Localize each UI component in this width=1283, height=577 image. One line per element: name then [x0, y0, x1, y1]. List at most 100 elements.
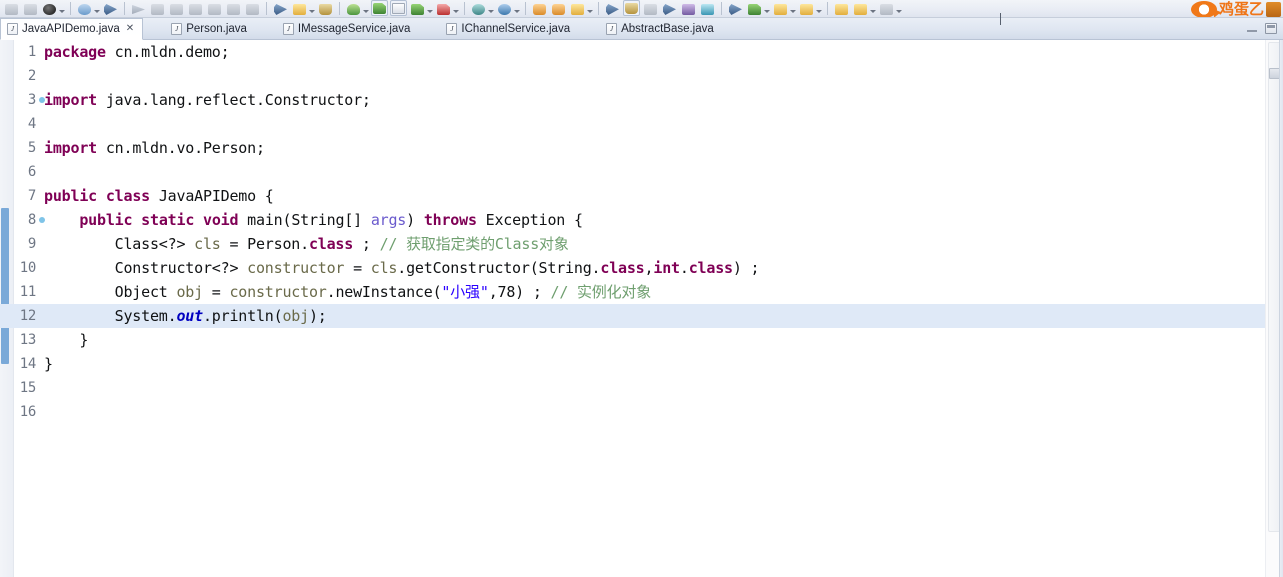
prev-annotation-icon[interactable] — [149, 0, 166, 16]
editor-tab-abstractbase[interactable]: J AbstractBase.java — [600, 18, 722, 40]
code-token: public — [79, 211, 133, 229]
editor-tab-javaapidemo[interactable]: J JavaAPIDemo.java ✕ — [0, 18, 144, 40]
code-token: = Person. — [220, 235, 309, 253]
profile-caret[interactable] — [452, 5, 459, 15]
help-caret[interactable] — [869, 5, 876, 15]
java-file-icon: J — [446, 23, 458, 35]
refresh-icon[interactable] — [642, 0, 659, 16]
code-token: cls — [194, 235, 221, 253]
maximize-icon[interactable] — [1265, 23, 1277, 34]
last-edit-location-icon[interactable] — [168, 0, 185, 16]
code-token: static — [141, 211, 195, 229]
code-line[interactable]: 12 System.out.println(obj); — [0, 304, 1265, 328]
code-lines[interactable]: 1 package cn.mldn.demo; 2 3 import java.lang… — [0, 40, 1265, 577]
profile-icon[interactable] — [435, 0, 452, 16]
forward-icon[interactable] — [206, 0, 223, 16]
share-icon[interactable] — [272, 0, 289, 16]
run-icon[interactable] — [371, 0, 388, 16]
external-tools-caret[interactable] — [308, 5, 315, 15]
filter-icon[interactable] — [727, 0, 744, 16]
new-class-icon[interactable] — [496, 0, 513, 16]
jar-export-icon[interactable] — [317, 0, 334, 16]
code-text: } — [44, 352, 53, 376]
save-icon[interactable] — [3, 0, 20, 16]
cheatsheet-icon[interactable] — [878, 0, 895, 16]
close-icon[interactable]: ✕ — [126, 24, 134, 34]
perspective-caret[interactable] — [586, 5, 593, 15]
editor-tab-bar: J JavaAPIDemo.java ✕ J Person.java J IMe… — [0, 13, 1283, 40]
outline-icon[interactable] — [699, 0, 716, 16]
editor-stack-controls — [1246, 18, 1283, 39]
line-number: 15 — [19, 380, 37, 396]
help-icon[interactable] — [833, 0, 850, 16]
javadoc-icon[interactable] — [623, 0, 640, 16]
next-annotation-icon[interactable] — [130, 0, 147, 16]
debug-caret[interactable] — [362, 5, 369, 15]
line-number: 1 — [27, 44, 36, 60]
coverage-icon[interactable] — [409, 0, 426, 16]
code-line[interactable]: 5 import cn.mldn.vo.Person; — [0, 136, 1265, 160]
code-line[interactable]: 1 package cn.mldn.demo; — [0, 40, 1265, 64]
code-line[interactable]: 11 Object obj = constructor.newInstance(… — [0, 280, 1265, 304]
code-line[interactable]: 10 Constructor<?> constructor = cls.getC… — [0, 256, 1265, 280]
build-icon[interactable] — [76, 0, 93, 16]
search-type-icon[interactable] — [604, 0, 621, 16]
editor-tab-ichannelservice[interactable]: J IChannelService.java — [440, 13, 1002, 40]
code-line[interactable]: 4 — [0, 112, 1265, 136]
tab-spacer — [578, 18, 600, 39]
cheatsheet-caret[interactable] — [895, 5, 902, 15]
open-type-icon[interactable] — [531, 0, 548, 16]
editor-tab-label: Person.java — [186, 23, 247, 35]
code-editor[interactable]: 1 package cn.mldn.demo; 2 3 import java.lang… — [0, 40, 1283, 577]
minimize-icon[interactable] — [1246, 24, 1258, 34]
editor-tab-person[interactable]: J Person.java — [165, 18, 255, 40]
code-line[interactable]: 13 } — [0, 328, 1265, 352]
code-token: } — [44, 331, 89, 349]
search-icon[interactable] — [102, 0, 119, 16]
task-icon[interactable] — [772, 0, 789, 16]
console-icon[interactable] — [661, 0, 678, 16]
code-line[interactable]: 14} — [0, 352, 1265, 376]
code-line[interactable]: 16 — [0, 400, 1265, 424]
terminate-icon[interactable] — [680, 0, 697, 16]
back-icon[interactable] — [187, 0, 204, 16]
bookmark-caret[interactable] — [763, 5, 770, 15]
new-java-project-icon[interactable] — [470, 0, 487, 16]
external-tools-icon[interactable] — [291, 0, 308, 16]
marker-caret[interactable] — [815, 5, 822, 15]
code-line[interactable]: 8 public static void main(String[] args)… — [0, 208, 1265, 232]
perspective-icon[interactable] — [569, 0, 586, 16]
new-project-caret[interactable] — [487, 5, 494, 15]
code-line[interactable]: 2 — [0, 64, 1265, 88]
code-token: cn.mldn.demo; — [105, 43, 230, 61]
code-line[interactable]: 6 — [0, 160, 1265, 184]
build-dropdown-caret[interactable] — [93, 5, 100, 15]
line-number: 9 — [27, 236, 36, 252]
line-number: 16 — [19, 404, 37, 420]
new-class-caret[interactable] — [513, 5, 520, 15]
code-line[interactable]: 7 public class JavaAPIDemo { — [0, 184, 1265, 208]
code-line[interactable]: 15 — [0, 376, 1265, 400]
save-all-icon[interactable] — [22, 0, 39, 16]
open-task-icon[interactable] — [550, 0, 567, 16]
java-file-icon: J — [171, 23, 183, 35]
code-line[interactable]: 9 Class<?> cls = Person.class ; // 获取指定类… — [0, 232, 1265, 256]
marker-icon[interactable] — [798, 0, 815, 16]
add-bookmark-icon[interactable] — [746, 0, 763, 16]
debug-icon[interactable] — [345, 0, 362, 16]
print-dropdown-caret[interactable] — [58, 5, 65, 15]
pin-icon[interactable] — [244, 0, 261, 16]
help-search-icon[interactable] — [852, 0, 869, 16]
line-number: 12 — [19, 308, 37, 324]
run-last-icon[interactable] — [390, 0, 407, 16]
coverage-caret[interactable] — [426, 5, 433, 15]
print-icon[interactable] — [41, 0, 58, 16]
link-icon[interactable] — [225, 0, 242, 16]
editor-tab-imessageservice[interactable]: J IMessageService.java — [277, 18, 419, 40]
code-text: Object obj = constructor.newInstance("小强… — [44, 280, 652, 304]
code-line[interactable]: 3 import java.lang.reflect.Constructor; — [0, 88, 1265, 112]
task-caret[interactable] — [789, 5, 796, 15]
